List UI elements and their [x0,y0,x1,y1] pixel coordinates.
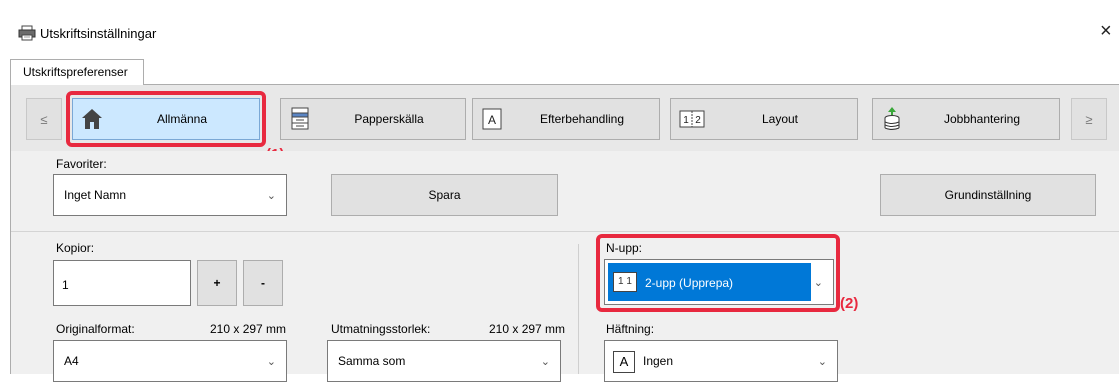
output-size-dims: 210 x 297 mm [489,322,566,336]
nav-label: Papperskälla [354,112,424,126]
copies-value: 1 [62,278,69,292]
nav-papperskalla-button[interactable]: Papperskälla [280,98,466,140]
original-size-select[interactable]: A4 ⌄ [53,340,287,382]
copies-label: Kopior: [56,241,95,255]
printer-icon [18,25,36,41]
svg-text:1: 1 [683,115,689,126]
job-handling-icon [884,107,900,130]
output-size-label: Utmatningsstorlek: [331,322,431,336]
nav-jobbhantering-button[interactable]: Jobbhantering [872,98,1060,140]
copies-decrement-button[interactable]: - [243,260,283,306]
chevron-down-icon: ⌄ [266,356,276,368]
stapling-select[interactable]: A Ingen ⌄ [604,340,838,382]
original-size-label: Originalformat: [56,322,135,336]
save-button[interactable]: Spara [331,174,558,216]
nav-label: Layout [761,112,799,126]
column-separator [578,244,579,374]
default-settings-button[interactable]: Grundinställning [880,174,1096,216]
stapling-icon: A [613,351,635,373]
original-size-dims: 210 x 297 mm [210,322,287,336]
chevron-down-icon: ⌄ [817,356,827,368]
nav-next-button[interactable]: ≥ [1071,98,1107,140]
copies-input[interactable]: 1 [53,260,191,306]
nav-layout-button[interactable]: 1 2 Layout [670,98,858,140]
svg-text:A: A [488,113,496,127]
window-title: Utskriftsinställningar [40,26,157,41]
svg-text:2: 2 [695,115,701,126]
favorites-label: Favoriter: [56,157,107,171]
copies-increment-button[interactable]: + [197,260,237,306]
chevron-down-icon: ⌄ [266,190,276,202]
annotation-2: (2) [840,295,859,312]
chevron-down-icon: ⌄ [540,356,550,368]
stapling-value: Ingen [643,354,674,368]
tab-utskriftspreferenser[interactable]: Utskriftspreferenser [10,59,144,85]
nav-efterbehandling-button[interactable]: A Efterbehandling [472,98,660,140]
favorites-value: Inget Namn [64,188,127,202]
output-size-select[interactable]: Samma som ⌄ [327,340,561,382]
stapling-label: Häftning: [606,322,655,336]
paper-tray-icon [291,107,309,130]
nav-previous-button[interactable]: ≤ [26,98,62,140]
favorites-select[interactable]: Inget Namn ⌄ [53,174,287,216]
original-size-value: A4 [64,354,79,368]
output-size-value: Samma som [338,354,406,368]
highlight-ring-2 [596,234,840,312]
nav-label: Efterbehandling [539,112,625,126]
close-icon[interactable]: × [1100,21,1112,41]
finishing-icon: A [482,108,502,130]
layout-icon: 1 2 [679,110,705,128]
nav-label: Jobbhantering [943,112,1021,126]
highlight-ring-1 [66,91,266,147]
title-bar [0,0,1119,46]
